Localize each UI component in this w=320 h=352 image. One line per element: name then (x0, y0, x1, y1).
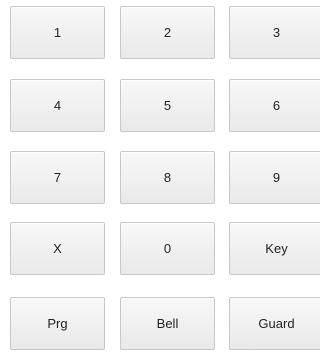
key-button[interactable]: Key (229, 222, 320, 275)
prg-label: Prg (47, 316, 68, 331)
key-5-button[interactable]: 5 (120, 79, 215, 132)
bell-button[interactable]: Bell (120, 297, 215, 350)
key-4-button[interactable]: 4 (10, 79, 105, 132)
key-9-label: 9 (272, 170, 281, 185)
guard-button[interactable]: Guard (229, 297, 320, 350)
key-3-label: 3 (272, 25, 281, 40)
bell-label: Bell (156, 316, 179, 331)
key-0-label: 0 (163, 241, 172, 256)
key-button-label: Key (265, 241, 288, 256)
key-1-button[interactable]: 1 (10, 6, 105, 59)
key-x-button[interactable]: X (10, 222, 105, 275)
key-2-label: 2 (163, 25, 172, 40)
key-3-button[interactable]: 3 (229, 6, 320, 59)
key-0-button[interactable]: 0 (120, 222, 215, 275)
key-9-button[interactable]: 9 (229, 151, 320, 204)
key-7-button[interactable]: 7 (10, 151, 105, 204)
key-8-label: 8 (163, 170, 172, 185)
keypad: 1 2 3 4 5 6 7 8 9 X 0 Key Prg Bell Guard (0, 0, 320, 352)
key-6-label: 6 (272, 98, 281, 113)
key-2-button[interactable]: 2 (120, 6, 215, 59)
prg-button[interactable]: Prg (10, 297, 105, 350)
key-4-label: 4 (53, 98, 62, 113)
guard-label: Guard (258, 316, 295, 331)
key-6-button[interactable]: 6 (229, 79, 320, 132)
key-7-label: 7 (53, 170, 62, 185)
key-x-label: X (53, 241, 62, 256)
key-1-label: 1 (53, 25, 62, 40)
key-8-button[interactable]: 8 (120, 151, 215, 204)
key-5-label: 5 (163, 98, 172, 113)
